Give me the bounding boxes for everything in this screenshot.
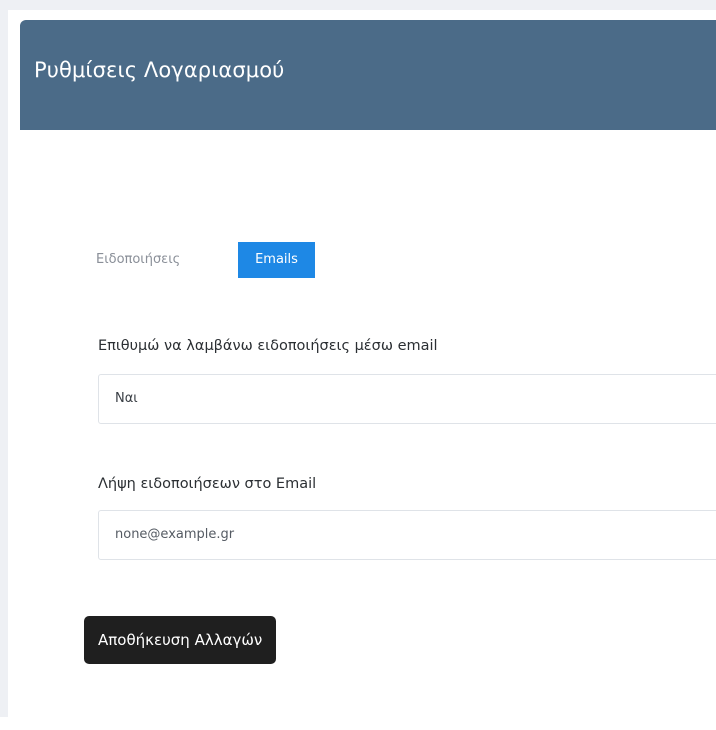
background-top — [0, 0, 716, 10]
email-notifications-select[interactable]: Ναι — [98, 374, 716, 424]
notification-email-label: Λήψη ειδοποιήσεων στο Email — [98, 476, 317, 492]
settings-tabs: Ειδοποιήσεις Emails — [20, 242, 716, 278]
email-notifications-label: Επιθυμώ να λαμβάνω ειδοποιήσεις μέσω ema… — [98, 338, 438, 354]
tab-emails[interactable]: Emails — [238, 242, 315, 278]
notification-email-field[interactable]: none@example.gr — [98, 510, 716, 560]
account-settings-card: Ρυθμίσεις Λογαριασμού Ειδοποιήσεις Email… — [20, 20, 716, 730]
background-left — [0, 0, 8, 717]
page-title: Ρυθμίσεις Λογαριασμού — [34, 58, 285, 82]
save-button[interactable]: Αποθήκευση Αλλαγών — [84, 616, 277, 664]
email-notifications-value: Ναι — [115, 391, 138, 406]
page: Ρυθμίσεις Λογαριασμού Ειδοποιήσεις Email… — [0, 0, 716, 730]
card-header: Ρυθμίσεις Λογαριασμού — [20, 20, 716, 130]
notification-email-value: none@example.gr — [115, 527, 235, 542]
tab-notifications[interactable]: Ειδοποιήσεις — [96, 242, 180, 278]
